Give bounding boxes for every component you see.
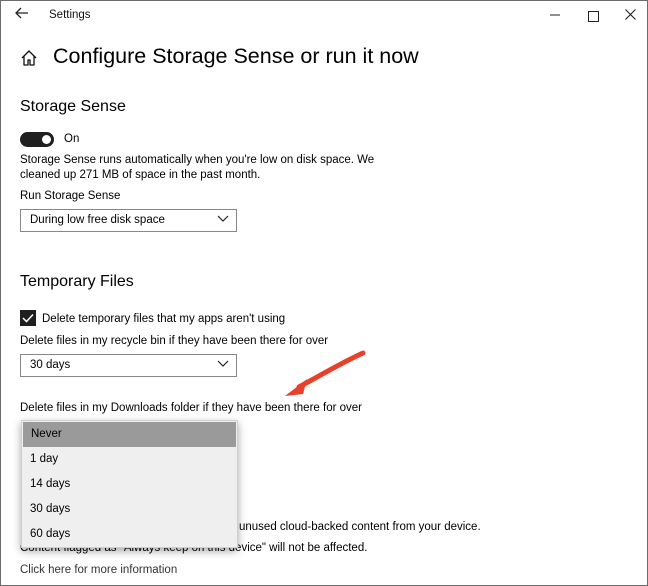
- more-information-link[interactable]: Click here for more information: [20, 564, 177, 576]
- temporary-files-heading: Temporary Files: [20, 273, 134, 290]
- dropdown-option-never[interactable]: Never: [23, 422, 236, 447]
- toggle-label: On: [64, 133, 80, 145]
- window-title: Settings: [49, 9, 91, 21]
- run-storage-sense-select[interactable]: During low free disk space: [20, 209, 237, 232]
- home-icon[interactable]: [19, 48, 39, 68]
- checkmark-icon: [22, 313, 34, 323]
- back-arrow-icon[interactable]: [11, 5, 33, 27]
- close-icon[interactable]: [612, 3, 647, 27]
- dropdown-option-1-day[interactable]: 1 day: [22, 447, 237, 472]
- delete-temp-files-label: Delete temporary files that my apps aren…: [42, 313, 286, 325]
- toggle-knob: [42, 135, 51, 144]
- storage-sense-description-2: cleaned up 271 MB of space in the past m…: [20, 169, 261, 181]
- dropdown-option-14-days[interactable]: 14 days: [22, 472, 237, 497]
- delete-temp-files-checkbox[interactable]: [20, 310, 36, 326]
- storage-sense-description-1: Storage Sense runs automatically when yo…: [20, 154, 375, 166]
- title-bar: Settings: [1, 1, 647, 31]
- page-title: Configure Storage Sense or run it now: [53, 44, 419, 68]
- downloads-folder-label: Delete files in my Downloads folder if t…: [20, 402, 362, 414]
- cloud-content-text-partial: unused cloud-backed content from your de…: [239, 521, 481, 533]
- minimize-icon[interactable]: [537, 3, 573, 27]
- settings-window: Settings Configure Storage Sense or run …: [0, 0, 648, 586]
- chevron-down-icon: [217, 360, 229, 367]
- chevron-down-icon: [217, 215, 229, 222]
- dropdown-option-30-days[interactable]: 30 days: [22, 497, 237, 522]
- recycle-bin-value: 30 days: [30, 359, 71, 371]
- recycle-bin-select[interactable]: 30 days: [20, 354, 237, 377]
- run-storage-sense-label: Run Storage Sense: [20, 190, 121, 202]
- storage-sense-toggle[interactable]: [20, 132, 54, 147]
- storage-sense-heading: Storage Sense: [20, 98, 126, 115]
- maximize-icon[interactable]: [575, 3, 611, 27]
- run-storage-sense-value: During low free disk space: [30, 214, 165, 226]
- downloads-dropdown-list: Never 1 day 14 days 30 days 60 days: [21, 420, 238, 548]
- annotation-arrow-icon: [285, 350, 366, 396]
- recycle-bin-label: Delete files in my recycle bin if they h…: [20, 335, 329, 347]
- dropdown-option-60-days[interactable]: 60 days: [22, 522, 237, 547]
